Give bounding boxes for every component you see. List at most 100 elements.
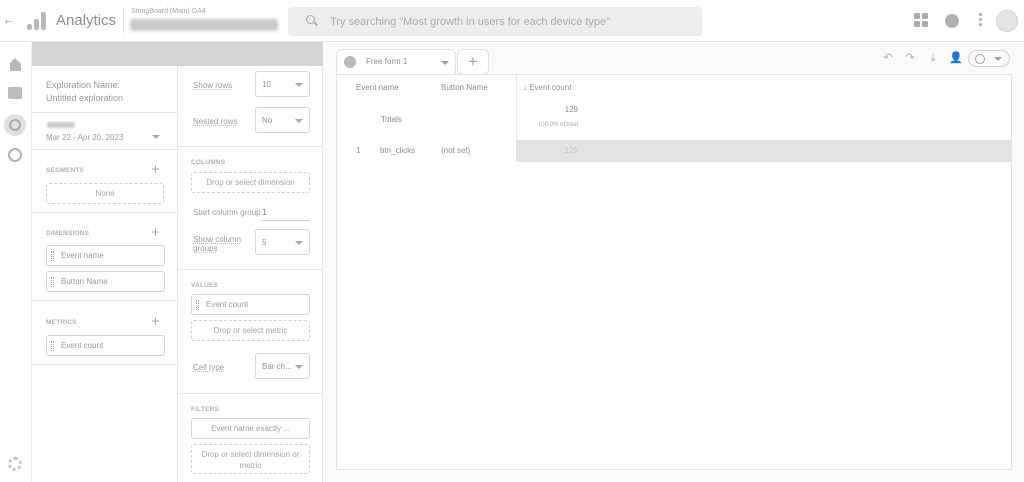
row-index: 1 [356, 146, 361, 155]
status-dropdown-button[interactable] [968, 50, 1010, 67]
add-dimension-plus-icon[interactable]: + [151, 225, 160, 240]
dimension-label: Event name [61, 251, 104, 260]
segments-heading: SEGMENTS [46, 167, 85, 174]
table-row[interactable]: 1 btn_clicks (not set) 129 [337, 140, 1012, 162]
analytics-logo-icon[interactable] [26, 12, 46, 30]
chevron-down-icon [994, 57, 1002, 61]
exploration-name-label: Exploration Name: [46, 80, 121, 90]
exploration-canvas: Free form 1 + ↶ ↷ ⤓ 👤 Event name Button … [323, 42, 1024, 482]
drag-handle-icon[interactable] [51, 341, 54, 351]
metric-header-cell [516, 75, 1012, 97]
values-section: VALUES Event count Drop or select metric… [178, 270, 322, 394]
columns-drop-zone[interactable]: Drop or select dimension [191, 172, 310, 193]
totals-value: 129 [564, 105, 578, 114]
tab-settings-panel: Show rows 10 Nested rows No COLUMNS Drop… [178, 42, 323, 482]
tab-label: Free form 1 [366, 57, 408, 66]
drag-handle-icon[interactable] [51, 277, 54, 287]
date-dropdown-chevron-icon[interactable] [152, 135, 160, 139]
dimensions-heading: DIMENSIONS [46, 230, 90, 237]
tab-menu-chevron-icon[interactable] [441, 61, 449, 65]
cell-event-name[interactable]: btn_clicks [380, 146, 415, 155]
filters-heading: FILTERS [191, 406, 219, 413]
totals-label: Totals [381, 115, 402, 124]
exploration-name-section: Exploration Name: Untitled exploration [32, 66, 177, 113]
check-circle-icon [975, 54, 985, 64]
settings-gear-icon[interactable] [8, 457, 22, 471]
show-column-groups-value: 5 [262, 238, 267, 247]
rows-section: Show rows 10 Nested rows No [178, 66, 322, 147]
columns-heading: COLUMNS [191, 159, 226, 166]
show-column-groups-select[interactable]: 5 [255, 229, 310, 255]
show-rows-select[interactable]: 10 [255, 71, 310, 97]
values-heading: VALUES [191, 282, 219, 289]
back-arrow-icon[interactable]: ← [2, 12, 16, 28]
top-bar: ← Analytics StringBoard (Main) GA4 [0, 0, 1024, 42]
dimension-chip-event-name[interactable]: Event name [46, 245, 165, 266]
redo-icon[interactable]: ↷ [903, 52, 917, 65]
search-bar[interactable] [288, 7, 702, 36]
filters-section: FILTERS Event name exactly ... Drop or s… [178, 394, 322, 482]
divider [123, 8, 124, 34]
value-chip-label: Event count [206, 300, 249, 309]
variables-panel: Exploration Name: Untitled exploration M… [32, 42, 178, 482]
download-icon[interactable]: ⤓ [926, 52, 940, 65]
metric-chip-event-count[interactable]: Event count [46, 335, 165, 356]
start-column-group-input[interactable]: 1 [262, 207, 310, 221]
search-input[interactable] [330, 7, 690, 36]
exploration-name-input[interactable]: Untitled exploration [46, 93, 123, 103]
nested-rows-select[interactable]: No [255, 107, 310, 133]
variables-panel-header [32, 42, 178, 66]
nested-rows-value: No [262, 116, 273, 125]
filter-chip-event-name[interactable]: Event name exactly ... [191, 418, 310, 439]
show-rows-label: Show rows [193, 81, 233, 90]
home-icon[interactable] [8, 57, 23, 72]
property-name-blurred[interactable] [130, 19, 278, 31]
show-column-groups-label: Show column groups [193, 235, 242, 253]
tab-settings-header [178, 42, 323, 66]
values-drop-zone[interactable]: Drop or select metric [191, 320, 310, 341]
avatar[interactable] [996, 10, 1018, 32]
metrics-heading: METRICS [46, 319, 77, 326]
add-metric-plus-icon[interactable]: + [151, 314, 160, 329]
cell-type-select[interactable]: Bar ch... [255, 353, 310, 379]
tab-free-form-1[interactable]: Free form 1 [336, 49, 456, 74]
apps-grid-icon[interactable] [914, 13, 928, 27]
drag-handle-icon[interactable] [51, 251, 54, 261]
drag-handle-icon[interactable] [196, 300, 199, 310]
segments-empty-slot[interactable]: None [46, 183, 164, 204]
reports-icon[interactable] [8, 87, 22, 99]
undo-icon[interactable]: ↶ [881, 52, 895, 65]
search-icon [306, 15, 315, 24]
cell-type-value: Bar ch... [262, 362, 292, 371]
filters-drop-zone[interactable]: Drop or select dimension or metric [191, 444, 310, 474]
cell-event-count: 129 [564, 146, 578, 155]
start-column-group-label: Start column group [193, 208, 261, 217]
advertising-icon[interactable] [8, 148, 22, 162]
dimension-label: Button Name [61, 277, 108, 286]
help-icon[interactable] [945, 14, 959, 28]
column-header-event-name[interactable]: Event name [356, 83, 399, 92]
app-title: Analytics [56, 12, 117, 29]
technique-icon [344, 56, 356, 68]
nested-rows-label: Nested rows [193, 117, 238, 126]
cell-button-name[interactable]: (not set) [441, 146, 470, 155]
value-chip-event-count[interactable]: Event count [191, 294, 310, 315]
cell-type-label: Cell type [193, 363, 225, 372]
dimension-chip-button-name[interactable]: Button Name [46, 271, 165, 292]
account-name[interactable]: StringBoard (Main) GA4 [131, 8, 206, 15]
column-header-event-count[interactable]: ↓ Event count [523, 83, 571, 92]
date-range-label-blurred [47, 122, 75, 128]
more-vert-icon[interactable] [978, 13, 982, 27]
left-nav [0, 42, 32, 482]
date-range-value[interactable]: Mar 22 - Apr 20, 2023 [46, 133, 123, 142]
share-user-icon[interactable]: 👤 [948, 52, 964, 65]
cell-event-count-bar[interactable]: 129 [516, 140, 1012, 162]
chevron-down-icon [295, 365, 303, 369]
date-range-section[interactable]: Mar 22 - Apr 20, 2023 [32, 113, 177, 150]
add-segment-plus-icon[interactable]: + [151, 162, 160, 177]
totals-percent: 100.0% of total [537, 122, 578, 128]
totals-metric-cell [516, 97, 1012, 140]
add-tab-button[interactable]: + [457, 49, 489, 75]
column-header-button-name[interactable]: Button Name [441, 83, 488, 92]
explore-icon[interactable] [4, 114, 26, 136]
